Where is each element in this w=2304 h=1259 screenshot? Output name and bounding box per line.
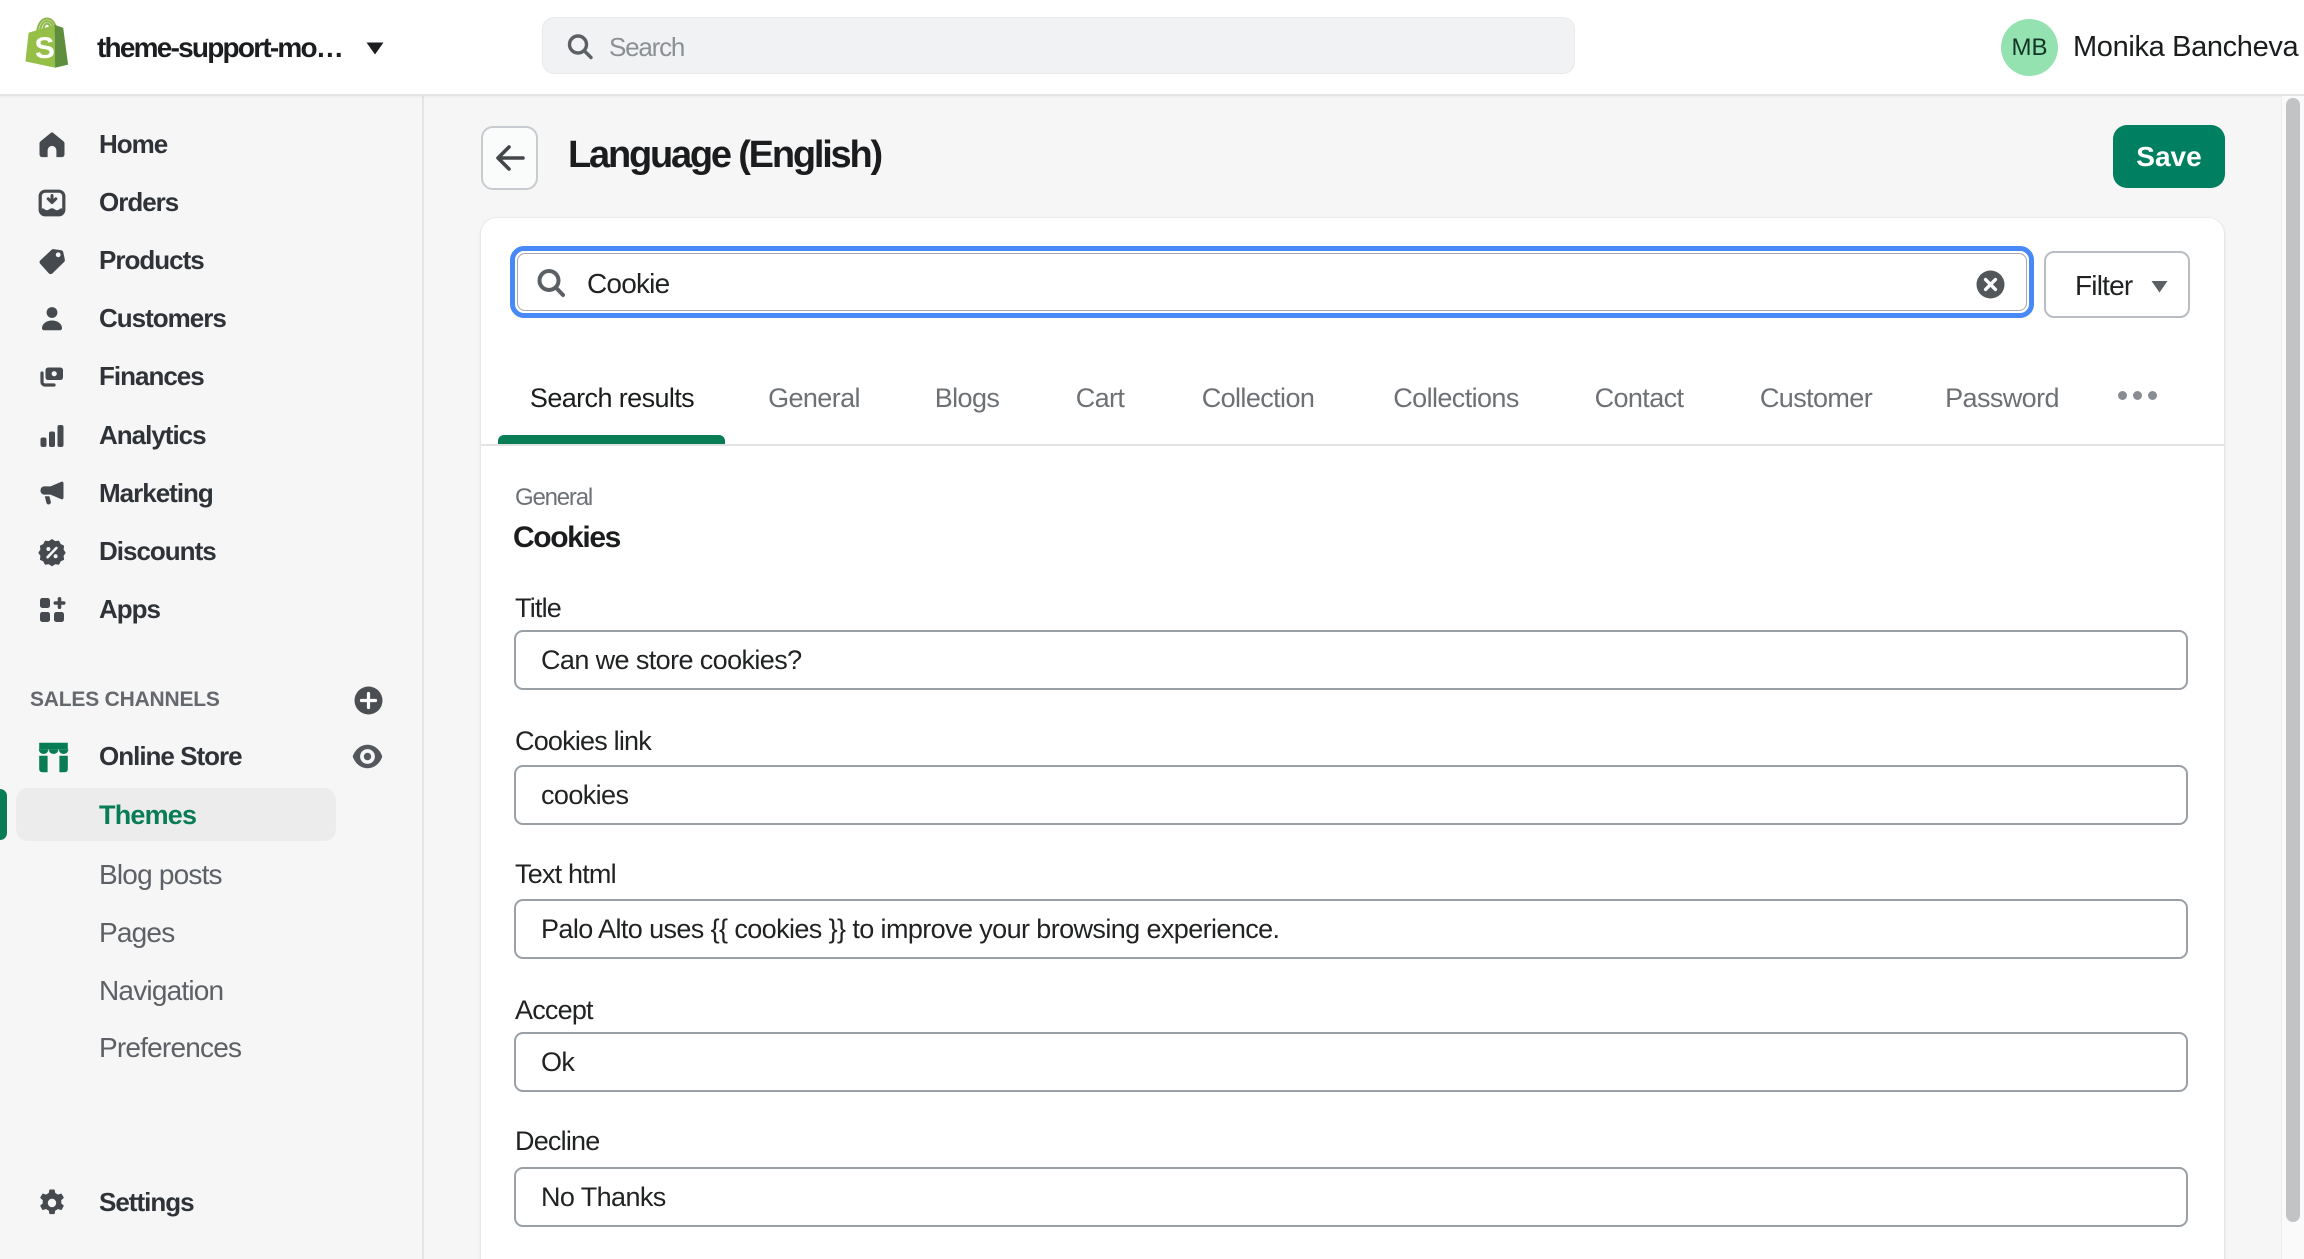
svg-text:S: S [34,32,56,66]
